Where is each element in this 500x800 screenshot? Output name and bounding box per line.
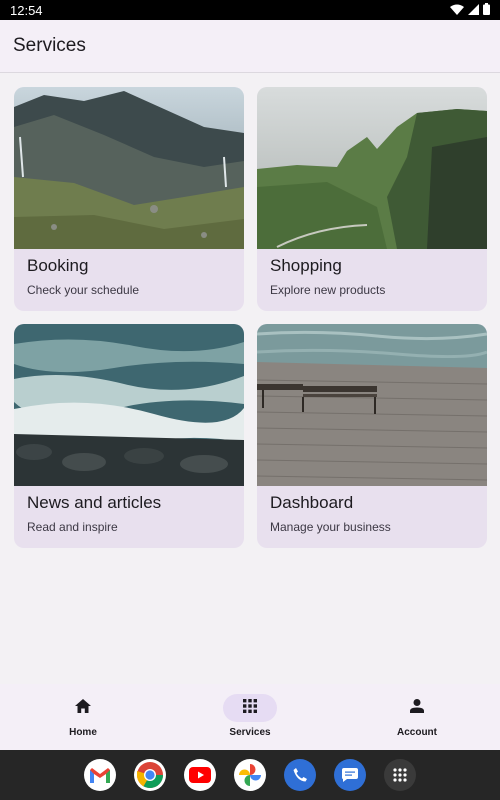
news-card-subtitle: Read and inspire [27,520,118,534]
booking-card-subtitle: Check your schedule [27,283,140,297]
shopping-card-subtitle: Explore new products [270,283,386,297]
person-icon [410,698,424,718]
status-bar: 12:54 [0,0,500,20]
status-time: 12:54 [10,2,43,18]
nav-indicator [56,694,110,722]
apps-grid-icon [243,698,257,718]
dashboard-card-image [257,324,487,486]
news-card-image [14,324,244,486]
booking-card-image [14,87,244,249]
shopping-card[interactable]: Shopping Explore new products [257,87,487,311]
nav-indicator-active [223,694,277,722]
booking-card[interactable]: Booking Check your schedule [14,87,244,311]
shopping-card-title: Shopping [270,256,342,275]
wifi-icon [450,3,464,18]
booking-card-title: Booking [27,256,89,275]
signal-icon [468,3,479,18]
app-drawer-icon[interactable] [384,759,416,791]
youtube-icon[interactable] [184,759,216,791]
status-icons [450,2,490,18]
home-icon [75,698,91,718]
news-card-title: News and articles [27,493,162,512]
battery-icon [483,2,490,18]
chrome-icon[interactable] [134,759,166,791]
page-title: Services [13,35,86,56]
nav-item-services[interactable]: Services [195,684,305,750]
app-bar: Services [0,20,500,73]
messages-icon[interactable] [334,759,366,791]
nav-label-account: Account [397,727,437,738]
taskbar [0,750,500,800]
nav-item-home[interactable]: Home [28,684,138,750]
nav-indicator [390,694,444,722]
nav-label-services: Services [229,727,271,738]
bottom-navigation: Home Services Account [0,684,500,750]
dashboard-card-title: Dashboard [270,493,354,512]
shopping-card-image [257,87,487,249]
dashboard-card[interactable]: Dashboard Manage your business [257,324,487,548]
dashboard-card-subtitle: Manage your business [270,520,391,534]
nav-label-home: Home [69,727,97,738]
photos-icon[interactable] [234,759,266,791]
nav-item-account[interactable]: Account [362,684,472,750]
news-card[interactable]: News and articles Read and inspire [14,324,244,548]
phone-icon[interactable] [284,759,316,791]
gmail-icon[interactable] [84,759,116,791]
